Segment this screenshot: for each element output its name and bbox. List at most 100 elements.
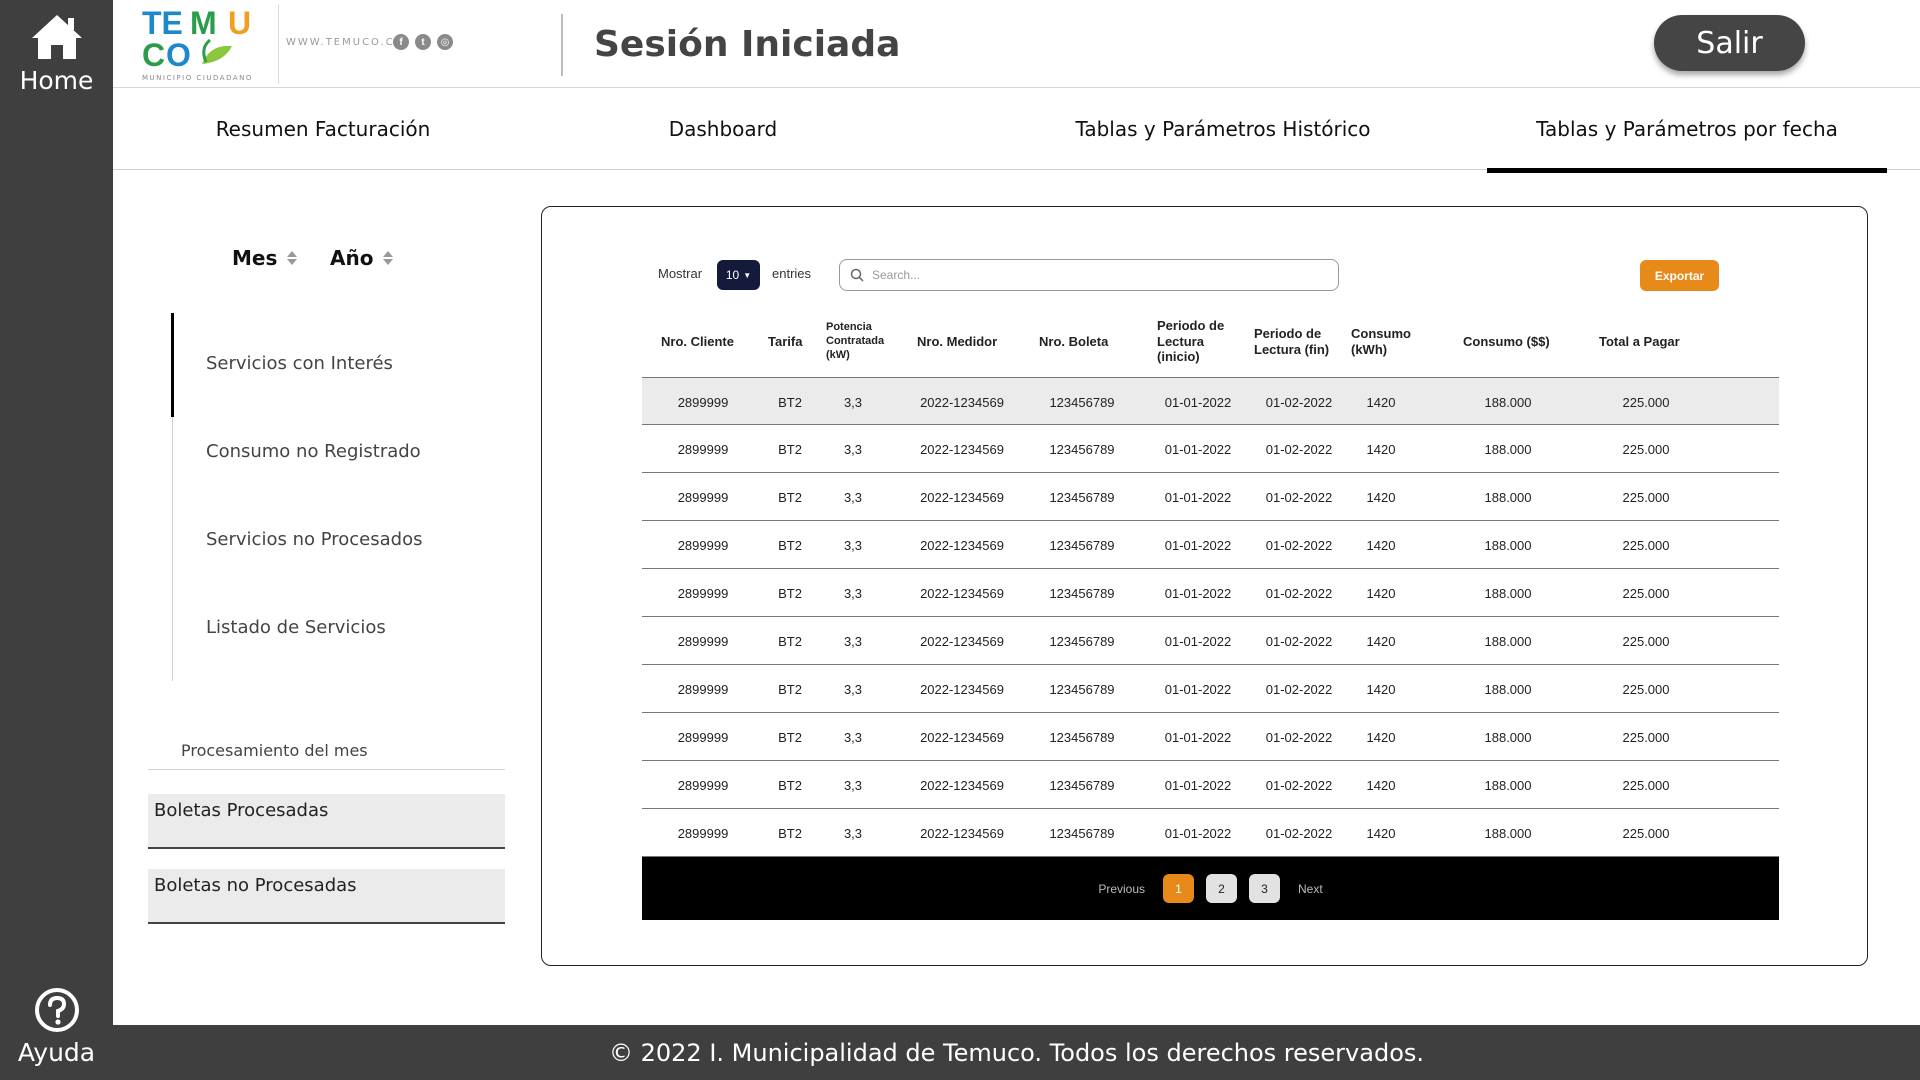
table-cell: 225.000 [1622, 394, 1670, 410]
table-cell: 188.000 [1484, 633, 1532, 649]
twitter-icon[interactable]: t [415, 34, 431, 50]
table-cell: 01-01-2022 [1164, 777, 1232, 793]
table-cell: 1420 [1366, 729, 1396, 745]
entries-label: entries [772, 266, 812, 281]
table-row[interactable]: 2899999 BT2 3,3 2022-1234569 123456789 01-01-… [642, 761, 1779, 809]
table-row[interactable]: 2899999 BT2 3,3 2022-1234569 123456789 01-01-… [642, 425, 1779, 473]
table-cell: 2022-1234569 [920, 825, 1004, 841]
table-row[interactable]: 2899999 BT2 3,3 2022-1234569 123456789 01-01-… [642, 809, 1779, 857]
month-label: Mes [232, 246, 278, 270]
unprocessed-bills-button[interactable]: Boletas no Procesadas [148, 869, 505, 924]
home-button[interactable]: Home [0, 12, 113, 95]
table-cell: 01-02-2022 [1265, 394, 1333, 410]
table-cell: 188.000 [1484, 681, 1532, 697]
table-cell: 225.000 [1622, 489, 1670, 505]
svg-text:C: C [142, 37, 165, 73]
table-cell: 2899999 [677, 585, 729, 601]
table-cell: 2899999 [677, 441, 729, 457]
side-nav-active-indicator [171, 313, 174, 417]
side-item-servicios-no-procesados[interactable]: Servicios no Procesados [206, 529, 422, 550]
header-periodo-fin: Periodo de Lectura (fin) [1254, 326, 1330, 357]
page-1-button[interactable]: 1 [1163, 874, 1194, 903]
tab-dashboard[interactable]: Dashboard [583, 88, 863, 170]
table-row[interactable]: 2899999 BT2 3,3 2022-1234569 123456789 01-01-… [642, 473, 1779, 521]
table-cell: 01-02-2022 [1265, 681, 1333, 697]
table-cell: 123456789 [1049, 633, 1115, 649]
table-cell: 1420 [1366, 681, 1396, 697]
table-cell: 225.000 [1622, 681, 1670, 697]
table-cell: 3,3 [843, 777, 863, 793]
table-cell: 3,3 [843, 681, 863, 697]
table-row[interactable]: 2899999 BT2 3,3 2022-1234569 123456789 01-01-… [642, 569, 1779, 617]
entries-select[interactable]: 10 ▼ [717, 260, 760, 290]
instagram-icon[interactable]: ◎ [437, 34, 453, 50]
side-item-listado-servicios[interactable]: Listado de Servicios [206, 617, 386, 638]
help-icon [34, 988, 79, 1032]
table-cell: 2022-1234569 [920, 729, 1004, 745]
tab-resumen-facturacion[interactable]: Resumen Facturación [173, 88, 473, 170]
temuco-logo[interactable]: TE M U C O MUNICIPIO CIUDADANO [140, 4, 260, 84]
home-label: Home [19, 66, 94, 95]
search-input[interactable] [872, 268, 1312, 282]
header-nro-boleta: Nro. Boleta [1039, 334, 1109, 349]
month-sort[interactable]: Mes [232, 246, 298, 270]
logout-button[interactable]: Salir [1654, 15, 1805, 71]
table-cell: 1420 [1366, 777, 1396, 793]
table-row[interactable]: 2899999 BT2 3,3 2022-1234569 123456789 01-01-… [642, 713, 1779, 761]
tab-tablas-historico[interactable]: Tablas y Parámetros Histórico [1043, 88, 1403, 170]
table-cell: 123456789 [1049, 585, 1115, 601]
year-sort[interactable]: Año [330, 246, 394, 270]
table-cell: 123456789 [1049, 441, 1115, 457]
table-row[interactable]: 2899999 BT2 3,3 2022-1234569 123456789 01-01-… [642, 617, 1779, 665]
table-cell: 01-01-2022 [1164, 441, 1232, 457]
table-cell: 123456789 [1049, 537, 1115, 553]
logo-divider [278, 4, 279, 84]
table-cell: 123456789 [1049, 777, 1115, 793]
table-row[interactable]: 2899999 BT2 3,3 2022-1234569 123456789 01-01-… [642, 377, 1779, 425]
table-cell: 01-02-2022 [1265, 585, 1333, 601]
facebook-icon[interactable]: f [393, 34, 409, 50]
tab-tablas-por-fecha[interactable]: Tablas y Parámetros por fecha [1487, 88, 1887, 173]
sort-arrows-icon [287, 251, 298, 265]
table-cell: 01-01-2022 [1164, 537, 1232, 553]
table-cell: 1420 [1366, 585, 1396, 601]
svg-text:O: O [166, 37, 191, 73]
table-cell: 01-01-2022 [1164, 585, 1232, 601]
table-cell: 01-01-2022 [1164, 394, 1232, 410]
side-item-consumo-no-registrado[interactable]: Consumo no Registrado [206, 441, 421, 462]
header: TE M U C O MUNICIPIO CIUDADANO WWW.TEMUC… [113, 0, 1920, 88]
table-cell: 1420 [1366, 825, 1396, 841]
table-cell: 2899999 [677, 777, 729, 793]
table-cell: 2899999 [677, 394, 729, 410]
footer: © 2022 I. Municipalidad de Temuco. Todos… [113, 1025, 1920, 1080]
table-cell: 01-01-2022 [1164, 489, 1232, 505]
home-icon [31, 15, 82, 59]
previous-page-button[interactable]: Previous [1092, 882, 1151, 896]
table-cell: 2899999 [677, 489, 729, 505]
side-item-servicios-interes[interactable]: Servicios con Interés [206, 353, 393, 374]
table-cell: 01-02-2022 [1265, 729, 1333, 745]
table-cell: 2022-1234569 [920, 633, 1004, 649]
table-row[interactable]: 2899999 BT2 3,3 2022-1234569 123456789 01-01-… [642, 665, 1779, 713]
page-3-button[interactable]: 3 [1249, 874, 1280, 903]
table-cell: 225.000 [1622, 585, 1670, 601]
table-cell: 01-01-2022 [1164, 681, 1232, 697]
processed-bills-button[interactable]: Boletas Procesadas [148, 794, 505, 849]
table-row[interactable]: 2899999 BT2 3,3 2022-1234569 123456789 01-01-… [642, 521, 1779, 569]
table-cell: 01-02-2022 [1265, 537, 1333, 553]
table-cell: 3,3 [843, 537, 863, 553]
page-2-button[interactable]: 2 [1206, 874, 1237, 903]
header-nro-medidor: Nro. Medidor [917, 334, 998, 349]
next-page-button[interactable]: Next [1292, 882, 1329, 896]
header-divider [561, 14, 563, 76]
table-cell: 3,3 [843, 489, 863, 505]
table-cell: 123456789 [1049, 394, 1115, 410]
help-button[interactable]: Ayuda [0, 986, 113, 1067]
table-cell: 01-02-2022 [1265, 777, 1333, 793]
page-title: Sesión Iniciada [594, 24, 901, 65]
export-button[interactable]: Exportar [1640, 260, 1719, 291]
table-cell: 225.000 [1622, 777, 1670, 793]
search-box [839, 259, 1339, 291]
svg-text:TE: TE [142, 5, 183, 41]
table-cell: 2899999 [677, 633, 729, 649]
